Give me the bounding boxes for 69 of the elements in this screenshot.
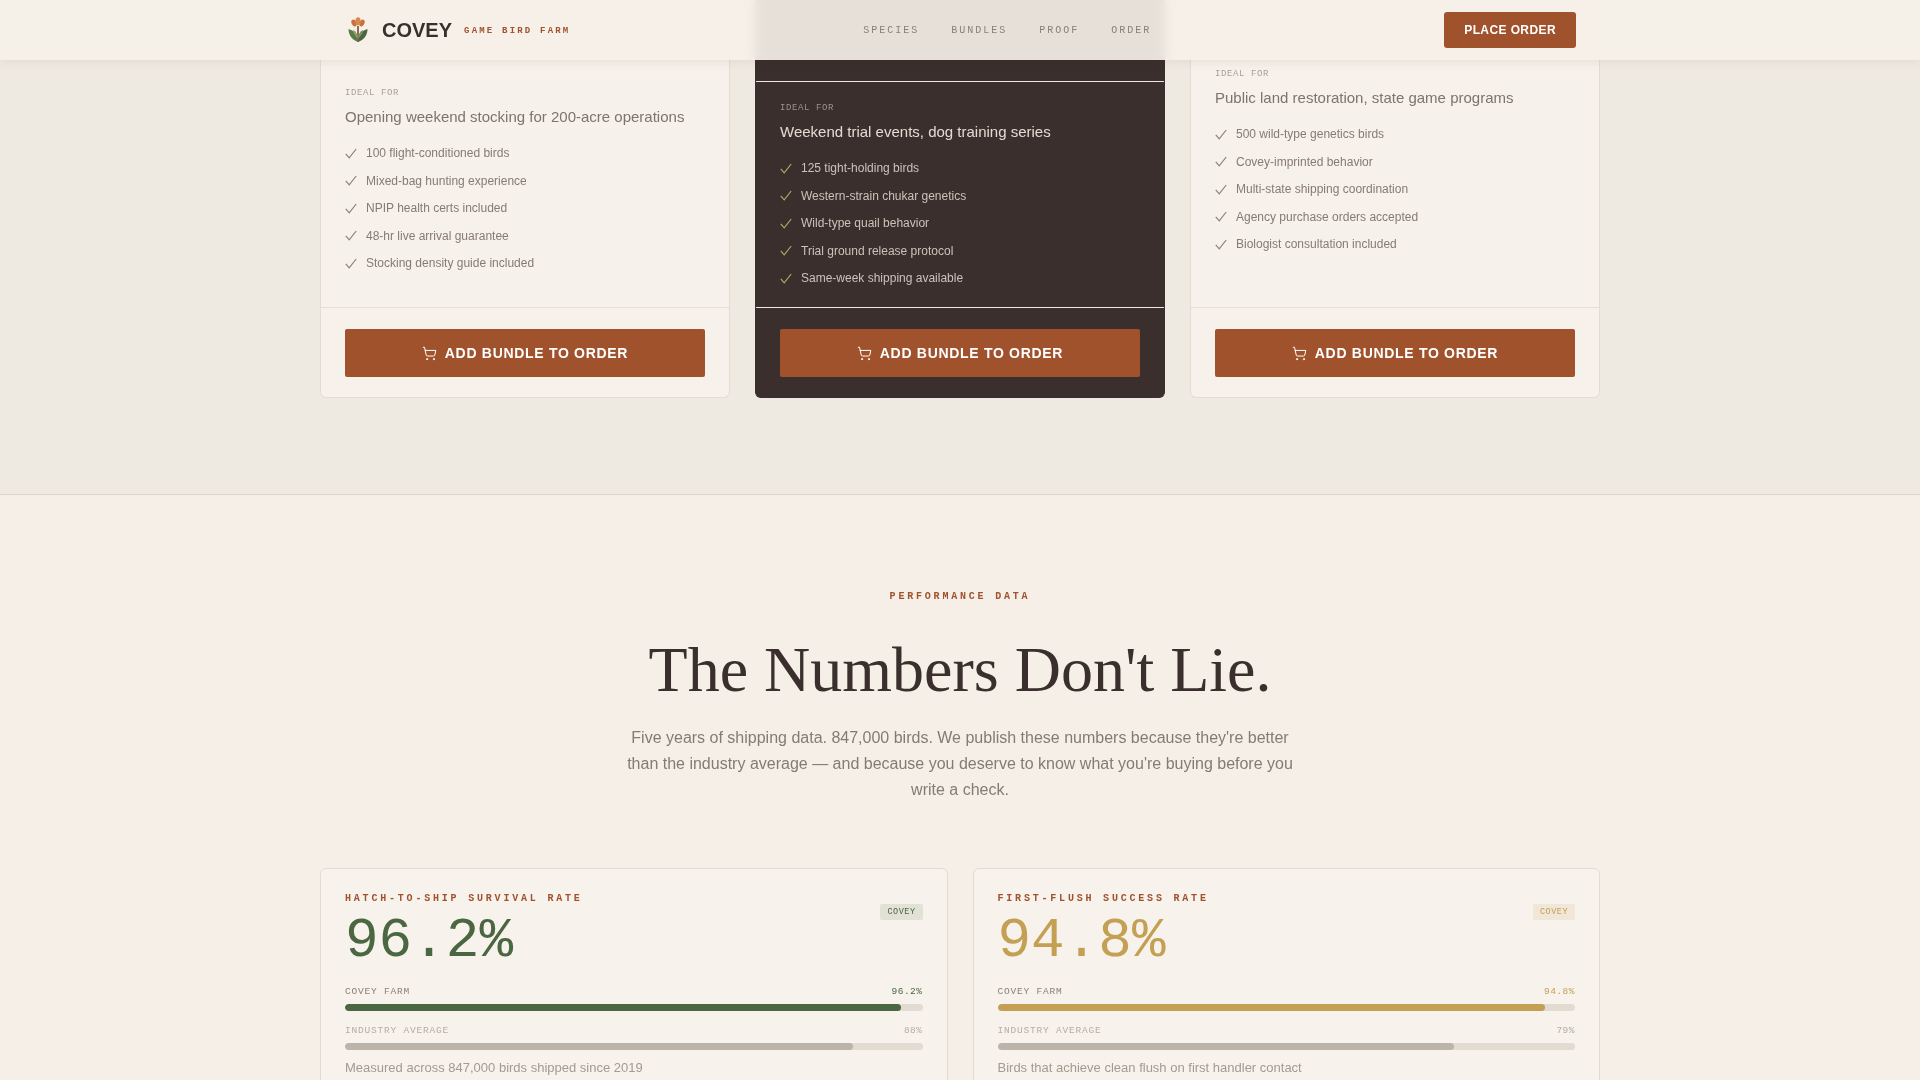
nav-link[interactable]: BUNDLES (951, 24, 1008, 36)
intro-paragraph: Five years of shipping data. 847,000 birds. We publish these numbers because they're better than the industry average — and because you deserve to know what you're buying before you write a check. (626, 728, 1294, 800)
source-badge: COVEY (880, 904, 923, 920)
bar-reading: 96.2% (891, 986, 923, 998)
stat-title: FIRST-FLUSH SUCCESS RATE (997, 892, 1209, 906)
check-icon (1215, 183, 1227, 195)
check-icon (1215, 238, 1227, 250)
feature-text: 48-hr live arrival guarantee (366, 227, 509, 245)
check-icon (345, 202, 357, 214)
bar-reading: 94.8% (1544, 986, 1575, 998)
ideal-for-label: IDEAL FOR (780, 102, 835, 114)
feature-text: Trial ground release protocol (801, 242, 954, 260)
bar-label: COVEY FARM (997, 986, 1063, 998)
check-icon (345, 230, 357, 241)
ideal-for-label: IDEAL FOR (345, 87, 400, 99)
feature-text: Stocking density guide included (366, 255, 535, 272)
check-icon (780, 162, 792, 174)
feature-text: Agency purchase orders accepted (1236, 208, 1419, 226)
cart-icon (856, 345, 872, 361)
stat-value: 96.2% (345, 913, 515, 969)
feature-text: 500 wild-type genetics birds (1236, 126, 1385, 143)
check-icon (780, 217, 792, 229)
bar-reading: 88% (903, 1025, 923, 1037)
feature-text: Same-week shipping available (801, 270, 964, 287)
brand-tagline: GAME BIRD FARM (464, 25, 571, 36)
bar-label: COVEY FARM (345, 986, 410, 998)
feature-text: Covey-imprinted behavior (1236, 153, 1373, 171)
ideal-for-text: Weekend trial events, dog training series (780, 122, 1052, 142)
check-icon (780, 245, 792, 256)
ideal-for-text: Public land restoration, state game programs (1215, 88, 1515, 108)
check-icon (345, 147, 357, 159)
bar-reading: 79% (1556, 1025, 1575, 1037)
feature-text: Multi-state shipping coordination (1236, 181, 1409, 198)
feature-text: Biologist consultation included (1236, 236, 1397, 253)
cart-icon (1291, 345, 1307, 361)
check-icon (780, 272, 792, 284)
feature-text: Western-strain chukar genetics (801, 187, 967, 205)
check-icon (345, 175, 357, 186)
source-badge: COVEY (1533, 904, 1575, 920)
nav-link[interactable]: SPECIES (863, 24, 920, 36)
brand-name: COVEY (382, 18, 453, 42)
stat-note: Birds that achieve clean flush on first handler contact (997, 1060, 1303, 1076)
check-icon (780, 190, 792, 201)
check-icon (1215, 128, 1227, 140)
nav-link[interactable]: ORDER (1111, 24, 1152, 36)
ideal-for-text: Opening weekend stocking for 200-acre operations (345, 107, 686, 127)
cart-icon (421, 345, 437, 361)
check-icon (345, 257, 357, 269)
feature-text: Wild-type quail behavior (801, 215, 930, 232)
stat-note: Measured across 847,000 birds shipped since 2019 (345, 1060, 644, 1076)
bar-label: INDUSTRY AVERAGE (997, 1025, 1102, 1037)
bar-label: INDUSTRY AVERAGE (345, 1025, 449, 1037)
check-icon (1215, 156, 1227, 167)
check-icon (1215, 211, 1227, 222)
stat-value: 94.8% (997, 913, 1167, 969)
feature-text: NPIP health certs included (366, 200, 508, 217)
stat-title: HATCH-TO-SHIP SURVIVAL RATE (345, 892, 583, 906)
place-order-button[interactable]: PLACE ORDER (1444, 12, 1576, 48)
add-bundle-button[interactable]: ADD BUNDLE TO ORDER (345, 329, 705, 377)
sprout-logo-icon (346, 17, 370, 43)
feature-text: Mixed-bag hunting experience (366, 172, 527, 190)
feature-text: 125 tight-holding birds (801, 160, 920, 177)
section-heading: The Numbers Don't Lie. (647, 634, 1273, 706)
section-eyebrow: PERFORMANCE DATA (888, 590, 1032, 604)
ideal-for-label: IDEAL FOR (1215, 68, 1270, 80)
feature-text: 100 flight-conditioned birds (366, 145, 510, 162)
add-bundle-button[interactable]: ADD BUNDLE TO ORDER (1215, 329, 1575, 377)
nav-link[interactable]: PROOF (1039, 24, 1080, 36)
add-bundle-button[interactable]: ADD BUNDLE TO ORDER (780, 329, 1140, 377)
